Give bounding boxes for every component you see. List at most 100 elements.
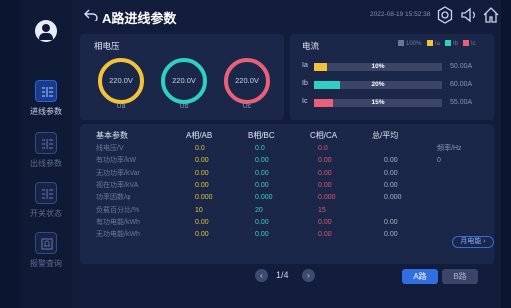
table-cell: 0.000 (195, 194, 213, 202)
back-arrow-icon[interactable] (84, 9, 98, 21)
gauge-ub: 220.0V (161, 58, 207, 104)
table-cell: 0.00 (255, 181, 269, 189)
sidebar-item-outlet-params[interactable]: 出线参数 (20, 130, 72, 178)
table-cell: 0.00 (318, 218, 332, 226)
table-cell: 0.00 (384, 181, 398, 189)
chevron-left-icon[interactable]: ‹ (255, 269, 268, 282)
table-row: 有功电能/kWh 0.00 0.00 0.00 0.00 (92, 217, 490, 229)
table-row: 无功电能/kWh 0.00 0.00 0.00 0.00 (92, 229, 490, 241)
sidebar-item-switch-status[interactable]: 开关状态 (20, 180, 72, 228)
table-cell: 0.00 (318, 169, 332, 177)
gear-icon[interactable] (436, 6, 454, 24)
sidebar-item-inlet-params[interactable]: 进线参数 (20, 78, 72, 126)
table-cell: 0.00 (195, 218, 209, 226)
table-cell: 0 (437, 157, 441, 165)
table-cell: 0.00 (195, 181, 209, 189)
bar-max: 60.00A (450, 81, 473, 88)
table-cell: 0.0 (255, 145, 265, 152)
bar-track: 20% (314, 81, 442, 89)
current-bar-ib: Ib 20% 60.00A (302, 80, 492, 89)
phase-voltage-title: 相电压 (94, 41, 120, 51)
table-cell: 无功功率/kVar (96, 169, 140, 177)
bar-label: Ic (302, 98, 308, 105)
gauge-label: Ub (179, 103, 189, 110)
table-cell: 0.00 (384, 169, 398, 177)
bar-label: Ib (302, 80, 308, 87)
table-header: A相/AB (186, 131, 213, 140)
bar-percent: 20% (371, 81, 385, 88)
gauge-label: Ua (116, 103, 126, 110)
table-cell: 20 (255, 206, 263, 214)
table-cell: 视在功率/kVA (96, 181, 139, 189)
gauge-ua: 220.0V (98, 58, 144, 104)
list-icon (35, 182, 57, 204)
table-cell: 0.00 (195, 169, 209, 177)
chevron-right-icon[interactable]: › (302, 269, 315, 282)
current-title: 电流 (302, 41, 320, 51)
gauge-value: 220.0V (109, 76, 133, 85)
table-cell: 频率/Hz (437, 145, 462, 152)
table-row: 线电压/V 0.0 0.0 0.0 频率/Hz (92, 143, 490, 155)
page-indicator: 1/4 (276, 270, 289, 280)
device-screen: 进线参数 出线参数 开关状态 报警查询 A路进线参数 2022-08-19 15… (20, 0, 501, 308)
route-b-button[interactable]: B路 (442, 269, 478, 284)
datetime: 2022-08-19 15:52:38 (370, 11, 431, 18)
sidebar: 进线参数 出线参数 开关状态 报警查询 (20, 0, 72, 308)
table-cell: 0.00 (195, 231, 209, 239)
sidebar-item-label: 出线参数 (30, 159, 62, 168)
current-bar-ic: Ic 15% 55.00A (302, 98, 492, 107)
speaker-icon[interactable] (460, 6, 478, 24)
avatar[interactable] (35, 20, 57, 42)
gauge-value: 220.0V (172, 76, 196, 85)
sidebar-item-label: 开关状态 (30, 209, 62, 218)
legend-100: 100% (398, 40, 421, 47)
table-cell: 0.00 (318, 231, 332, 239)
bar-max: 50.00A (450, 63, 473, 70)
table-cell: 15 (318, 206, 326, 214)
table-header: 基本参数 (96, 131, 128, 140)
sidebar-item-label: 进线参数 (30, 107, 62, 116)
table-header: C相/CA (310, 131, 338, 140)
page-title: A路进线参数 (102, 11, 177, 26)
table-cell: 功率因数/φ (96, 194, 131, 202)
legend-ia: Ia (427, 40, 440, 47)
month-energy-button[interactable]: 月电能 › (452, 236, 494, 248)
table-header: 总/平均 (372, 131, 399, 140)
table-row: 负载百分比/% 10 20 15 (92, 205, 490, 217)
home-icon[interactable] (482, 6, 500, 24)
table-row: 视在功率/kVA 0.00 0.00 0.00 0.00 (92, 180, 490, 192)
table-cell: 0.00 (255, 218, 269, 226)
sidebar-item-label: 报警查询 (30, 259, 62, 268)
table-cell: 有功功率/kW (96, 157, 137, 165)
bar-max: 55.00A (450, 99, 473, 106)
table-cell: 0.00 (318, 157, 332, 165)
bar-percent: 10% (371, 63, 385, 70)
table-row: 无功功率/kVar 0.00 0.00 0.00 0.00 (92, 168, 490, 180)
table-cell: 0.00 (384, 231, 398, 239)
month-energy-label: 月电能 (460, 238, 482, 245)
table-cell: 0.0 (195, 145, 205, 152)
table-cell: 0.00 (384, 218, 398, 226)
table-cell: 0.000 (318, 194, 336, 202)
list-icon (35, 132, 57, 154)
legend-ib: Ib (445, 40, 458, 47)
table-cell: 0.000 (384, 194, 402, 202)
list-icon (35, 80, 57, 102)
legend-ic: Ic (463, 40, 476, 47)
sidebar-item-alarm-query[interactable]: 报警查询 (20, 230, 72, 278)
table-cell: 0.00 (195, 157, 209, 165)
table-cell: 0.00 (255, 157, 269, 165)
bar-track: 15% (314, 99, 442, 107)
table-cell: 0.00 (318, 181, 332, 189)
bar-percent: 15% (371, 99, 385, 106)
current-bar-ia: Ia 10% 50.00A (302, 62, 492, 71)
table-cell: 线电压/V (96, 145, 124, 152)
table-cell: 无功电能/kWh (96, 231, 140, 239)
bar-label: Ia (302, 62, 308, 69)
table-cell: 有功电能/kWh (96, 218, 140, 226)
route-a-button[interactable]: A路 (402, 269, 438, 284)
gauge-label: Uc (242, 103, 252, 110)
gauge-value: 220.0V (235, 76, 259, 85)
alarm-icon (35, 232, 57, 254)
table-cell: 0.00 (384, 157, 398, 165)
